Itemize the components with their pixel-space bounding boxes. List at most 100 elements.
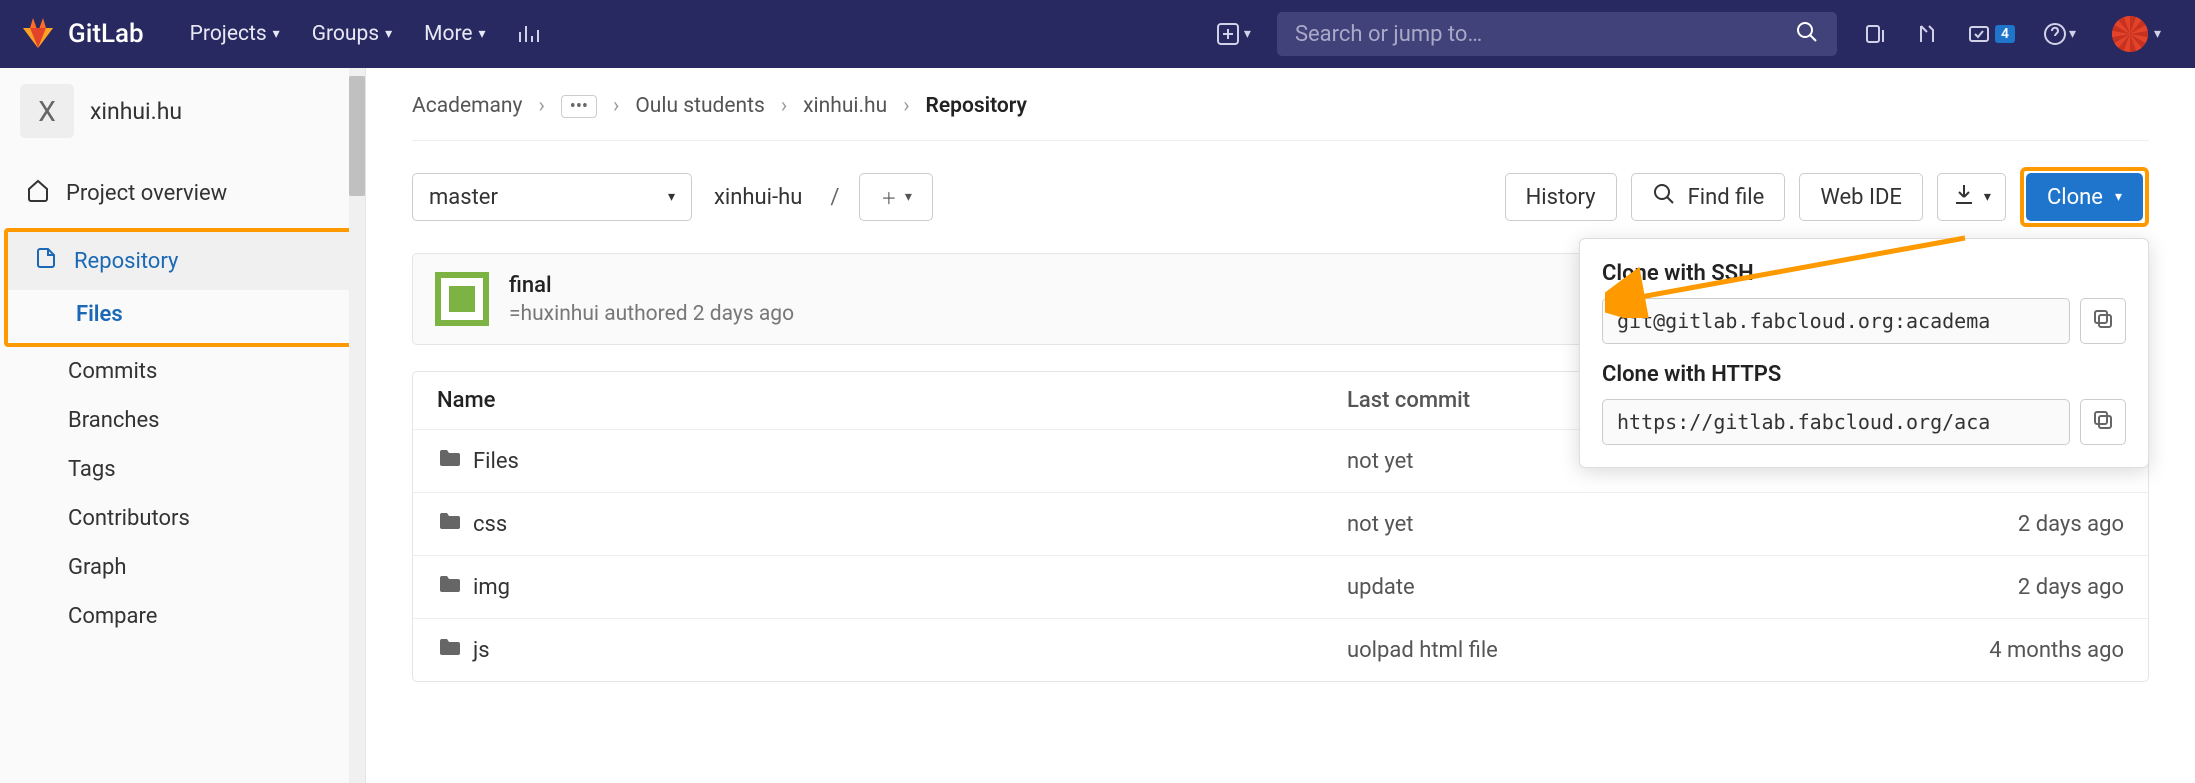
commit-title: final: [509, 273, 794, 298]
folder-icon: [437, 635, 461, 665]
search-icon: [1795, 20, 1819, 48]
file-name: Files: [473, 449, 519, 474]
nav-projects-label: Projects: [190, 22, 267, 46]
user-avatar[interactable]: ▾: [2090, 16, 2175, 52]
project-letter-icon: X: [20, 84, 74, 138]
project-name: xinhui.hu: [90, 98, 182, 125]
file-name-cell[interactable]: Files: [437, 446, 1347, 476]
sidebar: X xinhui.hu Project overview Repository …: [0, 68, 366, 783]
chevron-down-icon: ▾: [479, 26, 486, 42]
nav-more[interactable]: More▾: [408, 14, 501, 54]
clone-button[interactable]: Clone ▾: [2026, 173, 2143, 221]
clone-ssh-label: Clone with SSH: [1602, 261, 2126, 286]
column-header-name: Name: [437, 388, 1347, 413]
folder-icon: [437, 572, 461, 602]
file-name-cell[interactable]: img: [437, 572, 1347, 602]
breadcrumb-ellipsis[interactable]: •••: [561, 95, 597, 118]
clone-dropdown: Clone with SSH git@gitlab.fabcloud.org:a…: [1579, 238, 2149, 468]
sidebar-sub-contributors[interactable]: Contributors: [0, 494, 365, 543]
last-commit-cell[interactable]: uolpad html file: [1347, 638, 1924, 663]
brand-name: GitLab: [68, 19, 144, 49]
sidebar-item-repository[interactable]: Repository: [8, 232, 357, 290]
file-icon: [34, 246, 58, 276]
chevron-down-icon: ▾: [2115, 189, 2122, 205]
file-name-cell[interactable]: css: [437, 509, 1347, 539]
chevron-down-icon: ▾: [273, 26, 280, 42]
project-tile[interactable]: X xinhui.hu: [0, 68, 365, 154]
chevron-right-icon: ›: [903, 94, 909, 118]
copy-icon: [2091, 408, 2115, 436]
repo-toolbar: master ▾ xinhui-hu / ＋▾ History Find fil…: [412, 141, 2149, 253]
find-file-button[interactable]: Find file: [1631, 173, 1786, 221]
gitlab-logo-group[interactable]: GitLab: [20, 14, 144, 54]
history-button[interactable]: History: [1505, 173, 1617, 221]
file-name: img: [473, 575, 510, 600]
breadcrumb-project[interactable]: xinhui.hu: [803, 94, 887, 118]
file-time: 2 days ago: [1924, 512, 2124, 537]
breadcrumb-group[interactable]: Oulu students: [635, 94, 765, 118]
table-row: css not yet 2 days ago: [413, 492, 2148, 555]
top-header: GitLab Projects▾ Groups▾ More▾ ▾ 4 ▾ ▾: [0, 0, 2195, 68]
nav-projects[interactable]: Projects ▾: [174, 14, 296, 54]
clone-https-url-input[interactable]: https://gitlab.fabcloud.org/aca: [1602, 399, 2070, 445]
clone-ssh-url-input[interactable]: git@gitlab.fabcloud.org:academa: [1602, 298, 2070, 344]
add-file-button[interactable]: ＋▾: [859, 173, 933, 221]
chevron-down-icon: ▾: [1984, 189, 1991, 205]
nav-groups-label: Groups: [312, 22, 379, 46]
issues-icon[interactable]: [1849, 22, 1901, 46]
table-row: img update 2 days ago: [413, 555, 2148, 618]
web-ide-button[interactable]: Web IDE: [1799, 173, 1923, 221]
chevron-down-icon: ▾: [668, 189, 675, 205]
chevron-right-icon: ›: [538, 94, 544, 118]
file-name: css: [473, 512, 507, 537]
search-box[interactable]: [1277, 12, 1837, 56]
file-time: 4 months ago: [1924, 638, 2124, 663]
chevron-right-icon: ›: [781, 94, 787, 118]
file-name-cell[interactable]: js: [437, 635, 1347, 665]
file-name: js: [473, 638, 490, 663]
path-separator: /: [830, 185, 839, 210]
main-content: Academany › ••• › Oulu students › xinhui…: [366, 68, 2195, 783]
copy-ssh-button[interactable]: [2080, 298, 2126, 344]
chevron-down-icon: ▾: [905, 189, 912, 205]
sidebar-overview-label: Project overview: [66, 181, 227, 206]
activity-icon[interactable]: [502, 22, 554, 46]
todos-icon[interactable]: 4: [1953, 22, 2029, 46]
nav-groups[interactable]: Groups▾: [296, 14, 408, 54]
clone-label: Clone: [2047, 185, 2103, 210]
sidebar-sub-compare[interactable]: Compare: [0, 592, 365, 641]
search-input[interactable]: [1295, 22, 1795, 47]
chevron-right-icon: ›: [613, 94, 619, 118]
plus-dropdown-icon[interactable]: ▾: [1202, 22, 1265, 46]
sidebar-sub-graph[interactable]: Graph: [0, 543, 365, 592]
merge-requests-icon[interactable]: [1901, 22, 1953, 46]
commit-meta: =huxinhui authored 2 days ago: [509, 302, 794, 326]
last-commit-cell[interactable]: update: [1347, 575, 1924, 600]
sidebar-repository-label: Repository: [74, 249, 178, 274]
download-button[interactable]: ▾: [1937, 173, 2006, 221]
breadcrumb: Academany › ••• › Oulu students › xinhui…: [412, 86, 2149, 141]
sidebar-sub-tags[interactable]: Tags: [0, 445, 365, 494]
breadcrumb-root[interactable]: Academany: [412, 94, 522, 118]
file-time: 2 days ago: [1924, 575, 2124, 600]
branch-name: master: [429, 185, 498, 210]
copy-icon: [2091, 307, 2115, 335]
todo-badge: 4: [1995, 25, 2015, 43]
annotation-highlight-clone: Clone ▾: [2020, 167, 2149, 227]
sidebar-scrollbar[interactable]: [349, 68, 365, 783]
sidebar-item-overview[interactable]: Project overview: [0, 164, 365, 222]
last-commit-cell[interactable]: not yet: [1347, 512, 1924, 537]
commit-author-avatar: [435, 272, 489, 326]
clone-https-label: Clone with HTTPS: [1602, 362, 2126, 387]
sidebar-sub-files[interactable]: Files: [8, 290, 357, 339]
sidebar-sub-commits[interactable]: Commits: [0, 347, 365, 396]
breadcrumb-current: Repository: [926, 94, 1027, 118]
sidebar-sub-branches[interactable]: Branches: [0, 396, 365, 445]
help-icon[interactable]: ▾: [2029, 22, 2090, 46]
web-ide-label: Web IDE: [1820, 185, 1902, 210]
copy-https-button[interactable]: [2080, 399, 2126, 445]
repo-path[interactable]: xinhui-hu: [714, 185, 802, 210]
gitlab-logo-icon: [20, 14, 56, 54]
branch-selector[interactable]: master ▾: [412, 173, 692, 221]
folder-icon: [437, 509, 461, 539]
